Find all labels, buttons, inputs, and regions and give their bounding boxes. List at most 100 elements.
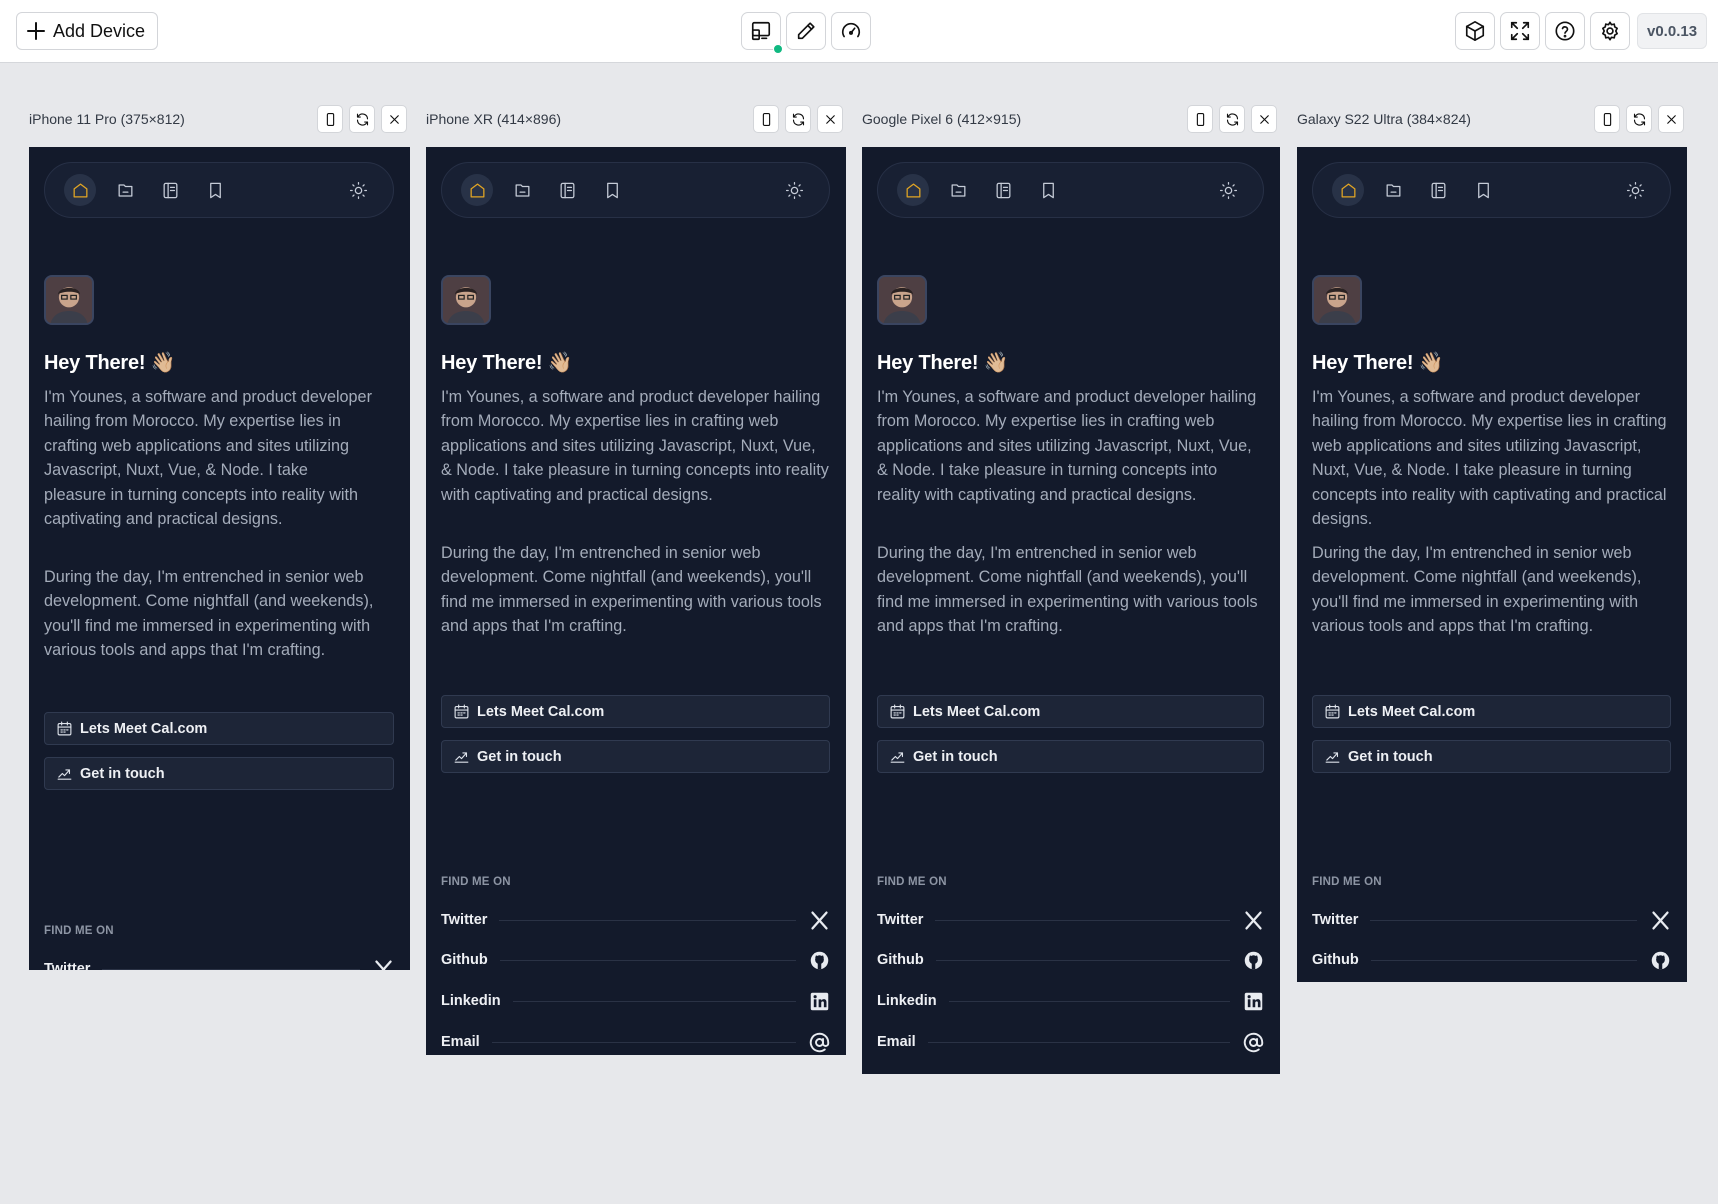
refresh-device-button[interactable] bbox=[1219, 105, 1245, 133]
intro-paragraph-2: During the day, I'm entrenched in senior… bbox=[441, 544, 822, 636]
get-in-touch-button[interactable]: Get in touch bbox=[44, 757, 394, 790]
social-link-github[interactable]: Github bbox=[1312, 948, 1671, 972]
social-link-linkedin[interactable]: Linkedin bbox=[441, 989, 830, 1013]
nav-bookmarks[interactable] bbox=[202, 177, 228, 203]
folder-icon bbox=[515, 183, 529, 197]
lets-meet-button[interactable]: Lets Meet Cal.com bbox=[1312, 695, 1671, 728]
rotate-device-button[interactable] bbox=[753, 105, 779, 133]
social-link-twitter[interactable]: Twitter bbox=[877, 908, 1264, 932]
social-link-email[interactable]: Email bbox=[877, 1030, 1264, 1054]
3d-view-button[interactable] bbox=[1455, 12, 1495, 50]
get-in-touch-label: Get in touch bbox=[913, 748, 998, 765]
close-device-button[interactable] bbox=[1658, 105, 1684, 133]
refresh-icon bbox=[1226, 112, 1238, 126]
nav-projects[interactable] bbox=[112, 177, 138, 203]
draw-button[interactable] bbox=[786, 12, 826, 50]
mail-send-icon bbox=[890, 752, 905, 763]
close-icon bbox=[1666, 114, 1676, 124]
close-device-button[interactable] bbox=[817, 105, 843, 133]
social-link-linkedin[interactable]: Linkedin bbox=[877, 989, 1264, 1013]
social-name: Twitter bbox=[441, 912, 488, 928]
performance-button[interactable] bbox=[831, 12, 871, 50]
device-title: Google Pixel 6 (412×915) bbox=[862, 111, 1022, 127]
at-sign-icon bbox=[1242, 1031, 1264, 1053]
device-header: Galaxy S22 Ultra (384×824) bbox=[1297, 105, 1687, 133]
fullscreen-button[interactable] bbox=[1500, 12, 1540, 50]
close-device-button[interactable] bbox=[381, 105, 407, 133]
social-name: Email bbox=[877, 1034, 916, 1050]
nav-articles[interactable] bbox=[990, 177, 1016, 203]
nav-home[interactable] bbox=[897, 174, 929, 206]
nav-home[interactable] bbox=[1332, 174, 1364, 206]
divider-line bbox=[935, 919, 1230, 921]
lets-meet-button[interactable]: Lets Meet Cal.com bbox=[44, 712, 394, 745]
lets-meet-label: Lets Meet Cal.com bbox=[477, 703, 605, 720]
lets-meet-button[interactable]: Lets Meet Cal.com bbox=[877, 695, 1264, 728]
refresh-device-button[interactable] bbox=[785, 105, 811, 133]
social-link-email[interactable]: Email bbox=[441, 1030, 830, 1054]
divider-line bbox=[499, 919, 796, 921]
intro-paragraph-2: During the day, I'm entrenched in senior… bbox=[1312, 544, 1642, 636]
book-icon bbox=[1431, 182, 1445, 198]
theme-toggle[interactable] bbox=[1215, 177, 1241, 203]
social-link-twitter[interactable]: Twitter bbox=[441, 908, 830, 932]
nav-home[interactable] bbox=[64, 174, 96, 206]
refresh-icon bbox=[1633, 112, 1645, 126]
device-header: iPhone 11 Pro (375×812) bbox=[29, 105, 409, 133]
get-in-touch-button[interactable]: Get in touch bbox=[877, 740, 1264, 773]
x-twitter-icon bbox=[1242, 909, 1264, 931]
theme-toggle[interactable] bbox=[345, 177, 371, 203]
sun-icon bbox=[349, 181, 367, 199]
nav-projects[interactable] bbox=[1380, 177, 1406, 203]
refresh-device-button[interactable] bbox=[349, 105, 375, 133]
rotate-device-button[interactable] bbox=[317, 105, 343, 133]
add-device-button[interactable]: Add Device bbox=[16, 12, 159, 50]
rotate-device-button[interactable] bbox=[1187, 105, 1213, 133]
folder-icon bbox=[1386, 183, 1400, 197]
get-in-touch-button[interactable]: Get in touch bbox=[1312, 740, 1671, 773]
nav-articles[interactable] bbox=[157, 177, 183, 203]
get-in-touch-label: Get in touch bbox=[477, 748, 562, 765]
close-icon bbox=[389, 114, 399, 124]
social-link-twitter[interactable]: Twitter bbox=[44, 957, 394, 970]
social-name: Twitter bbox=[44, 961, 91, 970]
nav-projects[interactable] bbox=[509, 177, 535, 203]
bookmark-icon bbox=[606, 182, 618, 198]
device-title: iPhone XR (414×896) bbox=[426, 111, 562, 127]
nav-projects[interactable] bbox=[945, 177, 971, 203]
social-link-twitter[interactable]: Twitter bbox=[1312, 908, 1671, 932]
home-icon bbox=[470, 183, 484, 197]
calendar-icon bbox=[454, 704, 469, 719]
nav-articles[interactable] bbox=[554, 177, 580, 203]
intro-paragraph: I'm Younes, a software and product devel… bbox=[441, 388, 829, 504]
social-link-github[interactable]: Github bbox=[877, 948, 1264, 972]
close-device-button[interactable] bbox=[1251, 105, 1277, 133]
lets-meet-button[interactable]: Lets Meet Cal.com bbox=[441, 695, 830, 728]
github-icon bbox=[1649, 949, 1671, 971]
nav-home[interactable] bbox=[461, 174, 493, 206]
nav-bookmarks[interactable] bbox=[1470, 177, 1496, 203]
social-name: Linkedin bbox=[441, 993, 501, 1009]
calendar-icon bbox=[57, 721, 72, 736]
refresh-icon bbox=[792, 112, 804, 126]
folder-icon bbox=[951, 183, 965, 197]
theme-toggle[interactable] bbox=[781, 177, 807, 203]
social-name: Github bbox=[441, 952, 488, 968]
get-in-touch-button[interactable]: Get in touch bbox=[441, 740, 830, 773]
divider-line bbox=[491, 1041, 796, 1043]
theme-toggle[interactable] bbox=[1622, 177, 1648, 203]
x-twitter-icon bbox=[808, 909, 830, 931]
social-link-github[interactable]: Github bbox=[441, 948, 830, 972]
device-screen: Hey There! 👋🏼 I'm Younes, a software and… bbox=[1297, 147, 1687, 982]
social-name: Github bbox=[877, 952, 924, 968]
avatar bbox=[441, 275, 491, 325]
nav-articles[interactable] bbox=[1425, 177, 1451, 203]
refresh-device-button[interactable] bbox=[1626, 105, 1652, 133]
device-title: Galaxy S22 Ultra (384×824) bbox=[1297, 111, 1471, 127]
settings-button[interactable] bbox=[1590, 12, 1630, 50]
github-icon bbox=[808, 949, 830, 971]
rotate-device-button[interactable] bbox=[1594, 105, 1620, 133]
nav-bookmarks[interactable] bbox=[599, 177, 625, 203]
help-button[interactable] bbox=[1545, 12, 1585, 50]
nav-bookmarks[interactable] bbox=[1035, 177, 1061, 203]
